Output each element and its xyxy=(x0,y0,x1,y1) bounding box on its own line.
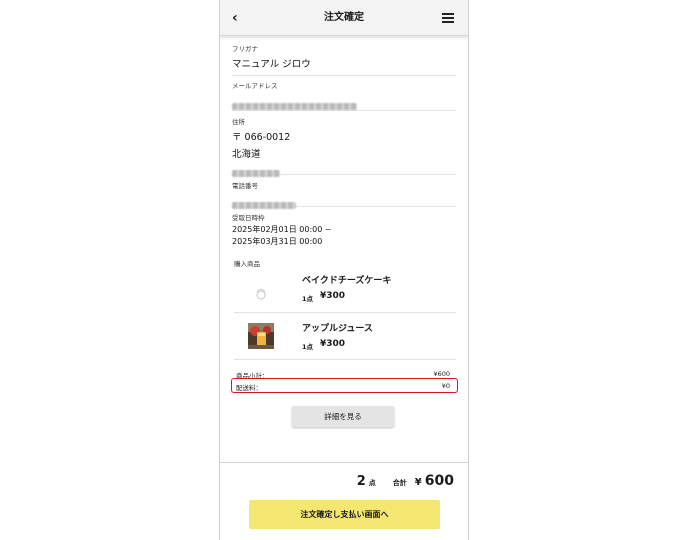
product-name: アップルジュース xyxy=(302,324,373,334)
page-title: 注文確定 xyxy=(324,12,364,23)
placeholder-image-icon xyxy=(248,281,274,307)
product-price: ¥300 xyxy=(320,339,346,349)
item-count: 2 xyxy=(356,474,366,489)
subtotal-value: ¥600 xyxy=(433,370,450,378)
furigana-field: フリガナ マニュアル ジロウ xyxy=(232,43,456,76)
pickup-end: 2025年03月31日 00:00 xyxy=(232,237,323,246)
product-price: ¥300 xyxy=(320,291,346,301)
furigana-label: フリガナ xyxy=(232,45,258,53)
total-label: 合計 xyxy=(392,479,407,487)
total-line: 2 点 合計 ¥ 600 xyxy=(357,473,454,489)
address-detail-redacted xyxy=(232,170,280,177)
view-details-button[interactable]: 詳細を見る xyxy=(292,406,394,427)
pickup-start: 2025年02月01日 00:00 ~ xyxy=(232,225,332,234)
phone-field: 電話番号 xyxy=(232,180,456,209)
list-item: アップルジュース 1点 ¥300 xyxy=(234,321,456,369)
juice-photo xyxy=(248,323,274,349)
address-field: 住所 〒 066-0012 北海道 xyxy=(232,116,456,177)
yen-symbol: ¥ xyxy=(414,477,422,488)
products-label: 購入商品 xyxy=(234,260,260,268)
email-redacted xyxy=(232,103,357,110)
furigana-value: マニュアル ジロウ xyxy=(232,59,311,70)
divider xyxy=(234,312,456,313)
order-footer: 2 点 合計 ¥ 600 注文確定し支払い画面へ xyxy=(220,462,468,540)
prefecture: 北海道 xyxy=(232,149,261,160)
email-field: メールアドレス xyxy=(232,80,456,111)
product-qty: 1点 xyxy=(302,343,314,351)
confirm-order-button[interactable]: 注文確定し支払い画面へ xyxy=(249,500,440,529)
pickup-label: 受取日時枠 xyxy=(232,214,265,222)
product-name: ベイクドチーズケーキ xyxy=(302,276,392,286)
postal-code: 〒 066-0012 xyxy=(232,132,291,143)
item-count-unit: 点 xyxy=(368,479,376,487)
list-item: ベイクドチーズケーキ 1点 ¥300 xyxy=(234,273,456,321)
shipping-highlight-box xyxy=(231,378,458,393)
pickup-field: 受取日時枠 2025年02月01日 00:00 ~ 2025年03月31日 00… xyxy=(232,212,456,252)
email-label: メールアドレス xyxy=(232,82,278,90)
total-amount: 600 xyxy=(424,473,454,489)
divider xyxy=(234,359,456,360)
hamburger-menu-icon[interactable] xyxy=(442,13,454,23)
phone-redacted xyxy=(232,202,296,209)
address-label: 住所 xyxy=(232,118,245,126)
app-header: ‹ 注文確定 xyxy=(220,0,468,36)
product-qty: 1点 xyxy=(302,295,314,303)
phone-frame: ‹ 注文確定 フリガナ マニュアル ジロウ メールアドレス 住所 〒 066-0… xyxy=(219,0,469,540)
phone-label: 電話番号 xyxy=(232,182,258,190)
